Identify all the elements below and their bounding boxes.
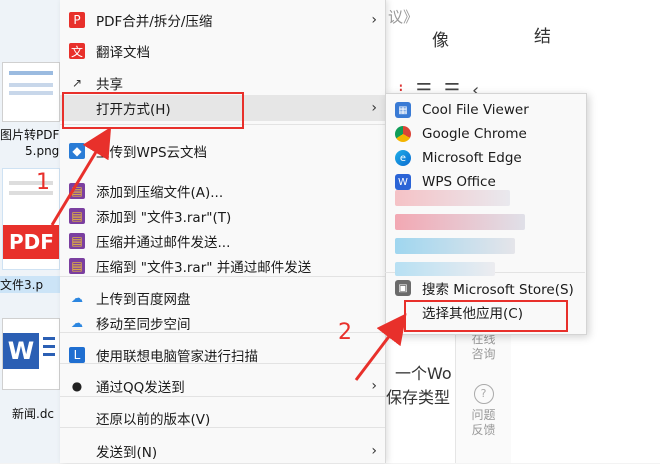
arrow-to-open-with <box>50 126 112 226</box>
arrow-to-choose-other <box>354 313 407 381</box>
annotation-arrows <box>50 126 407 381</box>
